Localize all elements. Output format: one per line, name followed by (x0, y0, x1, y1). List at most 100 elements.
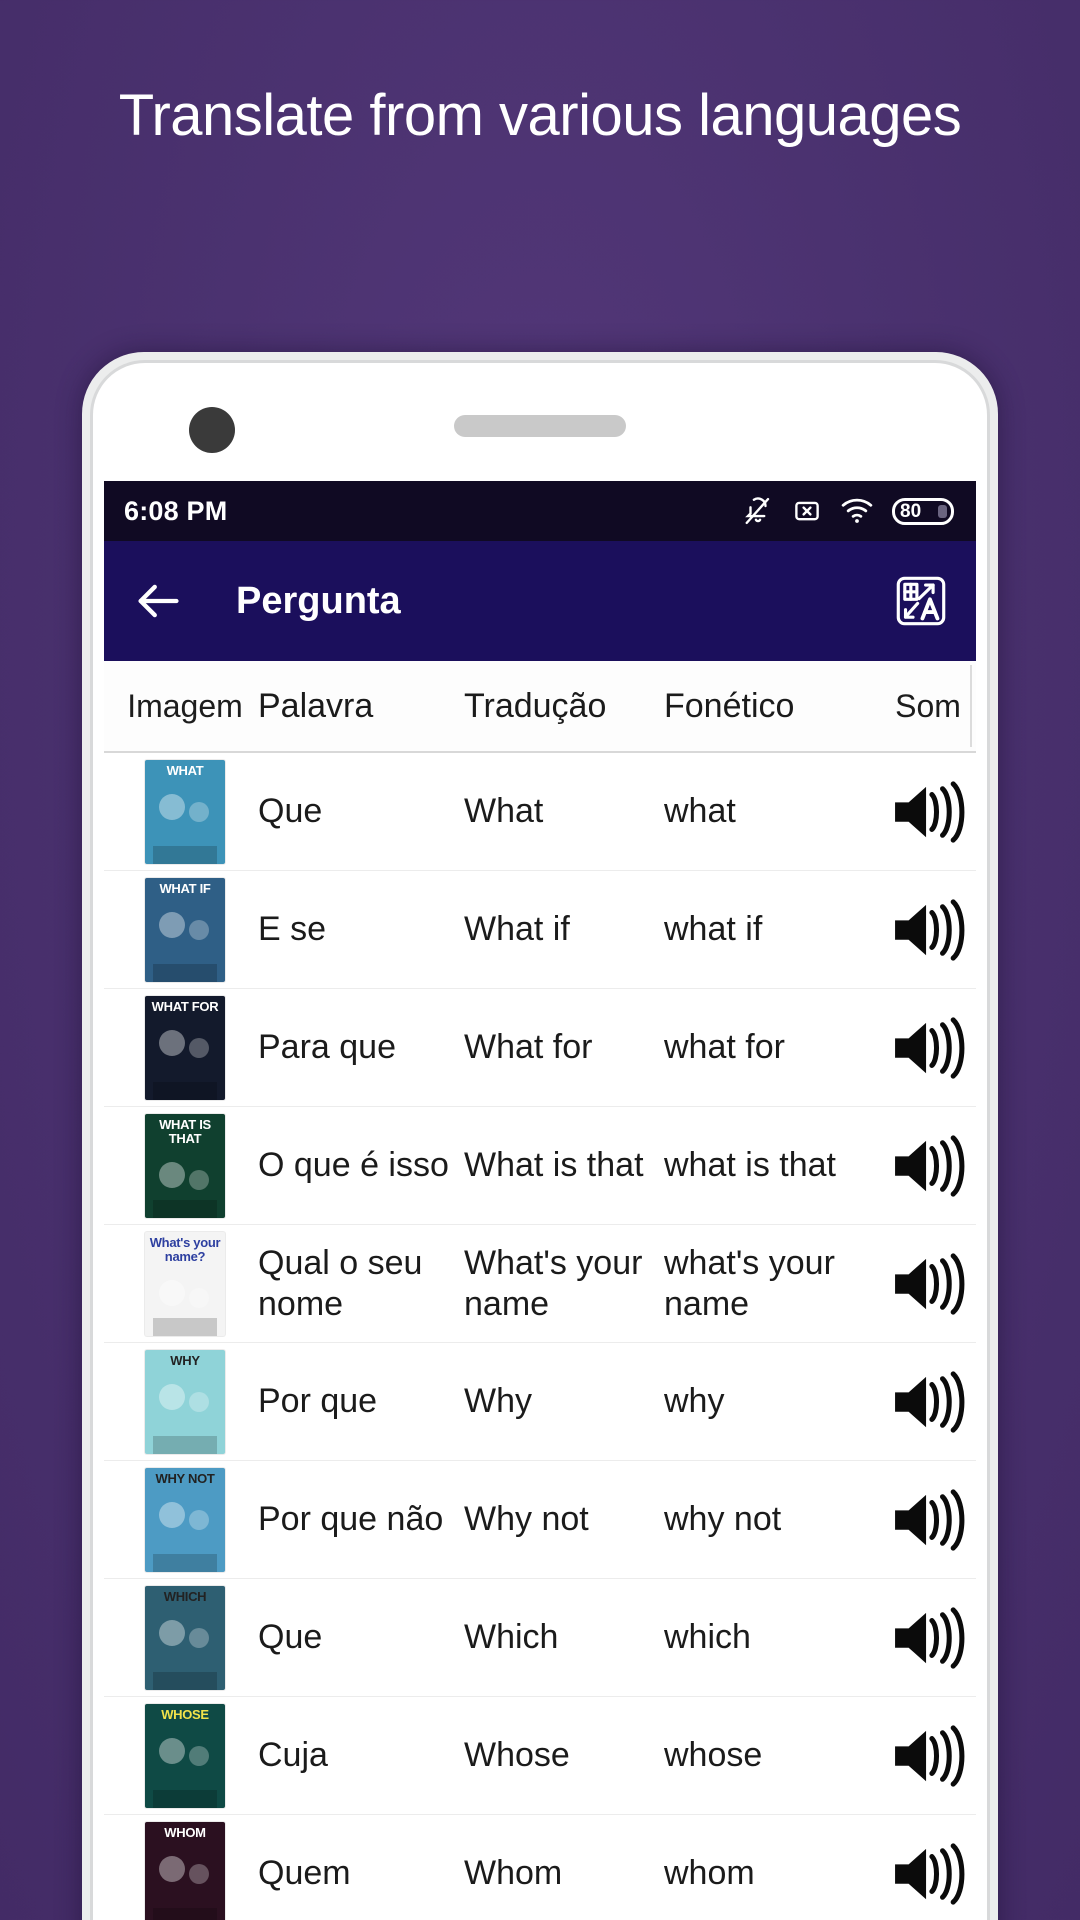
thumbnail-art (145, 1368, 225, 1454)
thumbnail-caption: WHICH (163, 1588, 207, 1604)
speaker-icon[interactable] (872, 1134, 976, 1197)
thumbnail-art (145, 1264, 225, 1336)
phone-screen: 6:08 PM 80 Pergunta Imagem Palavra Tradu… (104, 481, 976, 1920)
speaker-icon[interactable] (872, 1370, 976, 1433)
sim-card-off-icon (792, 496, 822, 526)
thumbnail-art (145, 1840, 225, 1920)
row-image-cell[interactable]: WHAT (112, 759, 258, 864)
row-image-cell[interactable]: What's your name? (112, 1231, 258, 1336)
row-translation-cell: Why (464, 1382, 532, 1421)
col-header-image: Imagem (127, 687, 243, 724)
table-row[interactable]: WHY NOT Por que não Why not why not (104, 1461, 976, 1579)
bell-off-icon (743, 495, 773, 527)
row-word-cell: Cuja (258, 1736, 328, 1775)
word-thumbnail[interactable]: WHY NOT (145, 1467, 225, 1572)
table-row[interactable]: WHY Por que Why why (104, 1343, 976, 1461)
earpiece-speaker (454, 415, 626, 437)
table-row[interactable]: WHICH Que Which which (104, 1579, 976, 1697)
thumbnail-caption: WHOSE (161, 1706, 209, 1722)
row-translation-cell: What for (464, 1028, 593, 1067)
row-image-cell[interactable]: WHY (112, 1349, 258, 1454)
row-translation-cell: What's your name (464, 1244, 643, 1323)
word-thumbnail[interactable]: WHOM (145, 1821, 225, 1920)
row-image-cell[interactable]: WHOSE (112, 1703, 258, 1808)
row-translation-cell: What if (464, 910, 570, 949)
thumbnail-art (145, 896, 225, 982)
app-bar: Pergunta (104, 541, 976, 661)
row-word-cell: E se (258, 910, 327, 949)
word-thumbnail[interactable]: What's your name? (145, 1231, 225, 1336)
word-thumbnail[interactable]: WHY (145, 1349, 225, 1454)
row-image-cell[interactable]: WHAT IS THAT (112, 1113, 258, 1218)
word-thumbnail[interactable]: WHAT FOR (145, 995, 225, 1100)
table-row[interactable]: What's your name? Qual o seu nome What's … (104, 1225, 976, 1343)
row-translation-cell: What (464, 792, 544, 831)
row-phonetic-cell: what for (664, 1028, 785, 1067)
word-thumbnail[interactable]: WHAT IS THAT (145, 1113, 225, 1218)
table-row[interactable]: WHAT FOR Para que What for what for (104, 989, 976, 1107)
row-word-cell: Que (258, 792, 323, 831)
row-phonetic-cell: what is that (664, 1146, 836, 1185)
row-image-cell[interactable]: WHOM (112, 1821, 258, 1920)
speaker-icon[interactable] (872, 898, 976, 961)
row-image-cell[interactable]: WHY NOT (112, 1467, 258, 1572)
status-bar: 6:08 PM 80 (104, 481, 976, 541)
row-translation-cell: Whom (464, 1854, 563, 1893)
phone-mockup: 6:08 PM 80 Pergunta Imagem Palavra Tradu… (82, 352, 998, 1920)
row-word-cell: Para que (258, 1028, 396, 1067)
page-title: Pergunta (236, 579, 401, 622)
row-word-cell: Qual o seu nome (258, 1244, 423, 1323)
phone-bezel: 6:08 PM 80 Pergunta Imagem Palavra Tradu… (90, 360, 990, 1920)
thumbnail-art (145, 1014, 225, 1100)
row-phonetic-cell: what's your name (664, 1244, 835, 1323)
speaker-icon[interactable] (872, 1606, 976, 1669)
row-image-cell[interactable]: WHAT FOR (112, 995, 258, 1100)
front-camera-icon (189, 407, 235, 453)
speaker-icon[interactable] (872, 1016, 976, 1079)
speaker-icon[interactable] (872, 1842, 976, 1905)
table-row[interactable]: WHAT IF E se What if what if (104, 871, 976, 989)
row-word-cell: Que (258, 1618, 323, 1657)
table-row[interactable]: WHOM Quem Whom whom (104, 1815, 976, 1920)
word-thumbnail[interactable]: WHAT (145, 759, 225, 864)
translate-icon[interactable] (892, 572, 950, 630)
status-time: 6:08 PM (124, 495, 228, 526)
table-row[interactable]: WHOSE Cuja Whose whose (104, 1697, 976, 1815)
arrow-left-icon[interactable] (132, 575, 184, 627)
thumbnail-caption: WHY NOT (155, 1470, 215, 1486)
row-image-cell[interactable]: WHICH (112, 1585, 258, 1690)
row-phonetic-cell: which (664, 1618, 751, 1657)
word-table: WHAT Que What what WHAT IF E se What if what… (104, 753, 976, 1920)
speaker-icon[interactable] (872, 780, 976, 843)
word-thumbnail[interactable]: WHOSE (145, 1703, 225, 1808)
wifi-icon (841, 498, 873, 524)
speaker-icon[interactable] (872, 1724, 976, 1787)
table-row[interactable]: WHAT IS THAT O que é isso What is that wha… (104, 1107, 976, 1225)
row-translation-cell: Why not (464, 1500, 589, 1539)
thumbnail-caption: WHOM (164, 1824, 206, 1840)
battery-level: 80 (900, 500, 922, 522)
thumbnail-art (145, 1722, 225, 1808)
speaker-icon[interactable] (872, 1252, 976, 1315)
col-header-translation: Tradução (464, 686, 607, 725)
row-word-cell: Por que (258, 1382, 378, 1421)
row-image-cell[interactable]: WHAT IF (112, 877, 258, 982)
row-phonetic-cell: what if (664, 910, 763, 949)
col-header-phonetic: Fonético (664, 686, 795, 725)
thumbnail-caption: WHAT (166, 762, 204, 778)
thumbnail-caption: WHY (170, 1352, 200, 1368)
thumbnail-caption: What's your name? (149, 1234, 221, 1264)
row-word-cell: O que é isso (258, 1146, 449, 1185)
thumbnail-caption: WHAT IF (159, 880, 211, 896)
thumbnail-art (145, 1146, 225, 1218)
row-word-cell: Por que não (258, 1500, 444, 1539)
thumbnail-art (145, 1604, 225, 1690)
word-thumbnail[interactable]: WHICH (145, 1585, 225, 1690)
table-row[interactable]: WHAT Que What what (104, 753, 976, 871)
speaker-icon[interactable] (872, 1488, 976, 1551)
table-header-row: Imagem Palavra Tradução Fonético Som (104, 661, 976, 753)
col-header-word: Palavra (258, 686, 374, 725)
word-thumbnail[interactable]: WHAT IF (145, 877, 225, 982)
row-phonetic-cell: why not (664, 1500, 782, 1539)
promo-headline: Translate from various languages (118, 83, 962, 148)
